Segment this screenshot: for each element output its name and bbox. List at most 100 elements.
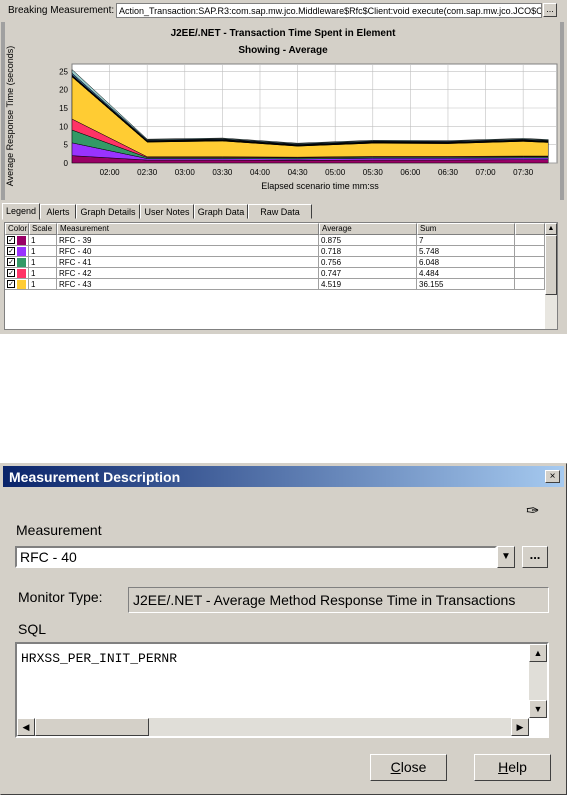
tab-user-notes[interactable]: User Notes xyxy=(140,204,194,219)
tab-graph-data[interactable]: Graph Data xyxy=(194,204,248,219)
tab-raw-data[interactable]: Raw Data xyxy=(248,204,312,219)
x-tick-label: 02:00 xyxy=(100,168,121,177)
x-tick-label: 06:00 xyxy=(400,168,421,177)
legend-extra xyxy=(515,257,545,268)
legend-average: 0.718 xyxy=(319,246,417,257)
monitor-type-label: Monitor Type: xyxy=(18,589,103,605)
sql-horizontal-scrollbar[interactable]: ◀ ▶ xyxy=(17,718,529,736)
checkbox[interactable]: ✓ xyxy=(7,258,15,266)
chart-area: J2EE/.NET - Transaction Time Spent in El… xyxy=(0,22,567,200)
dialog-title: Measurement Description xyxy=(9,469,181,485)
legend-extra xyxy=(515,235,545,246)
legend-color-cell: ✓ xyxy=(5,246,29,257)
scroll-up-icon[interactable]: ▲ xyxy=(529,644,547,662)
legend-row[interactable]: ✓ 1 RFC - 43 4.519 36.155 xyxy=(5,279,545,290)
legend-color-cell: ✓ xyxy=(5,235,29,246)
x-axis-label: Elapsed scenario time mm:ss xyxy=(261,181,379,191)
legend-scale: 1 xyxy=(29,235,57,246)
scroll-down-icon[interactable]: ▼ xyxy=(529,700,547,718)
measurement-label: Measurement xyxy=(16,522,102,538)
legend-scroll-thumb[interactable] xyxy=(545,235,557,295)
sql-textarea[interactable]: HRXSS_PER_INIT_PERNR ▲ ▼ ◀ ▶ xyxy=(15,642,549,738)
legend-measurement: RFC - 41 xyxy=(57,257,319,268)
analysis-panel: Breaking Measurement: Action_Transaction… xyxy=(0,0,567,334)
measurement-browse-button[interactable]: ... xyxy=(522,546,548,568)
checkbox[interactable]: ✓ xyxy=(7,269,15,277)
legend-header: Color Scale Measurement Average Sum xyxy=(5,223,545,235)
col-sum[interactable]: Sum xyxy=(417,223,515,235)
pin-icon[interactable]: ✑ xyxy=(526,501,539,521)
legend-scale: 1 xyxy=(29,268,57,279)
legend-average: 0.875 xyxy=(319,235,417,246)
dialog-titlebar[interactable]: Measurement Description × xyxy=(3,466,564,487)
y-tick-label: 15 xyxy=(59,104,68,113)
legend-sum: 4.484 xyxy=(417,268,515,279)
y-tick-label: 5 xyxy=(64,141,69,150)
chart-title: J2EE/.NET - Transaction Time Spent in El… xyxy=(171,28,397,39)
monitor-type-field: J2EE/.NET - Average Method Response Time… xyxy=(128,587,549,613)
x-tick-label: 05:30 xyxy=(363,168,384,177)
legend-sum: 7 xyxy=(417,235,515,246)
y-tick-label: 10 xyxy=(59,122,68,131)
x-tick-label: 03:30 xyxy=(212,168,233,177)
legend-average: 0.747 xyxy=(319,268,417,279)
legend-average: 4.519 xyxy=(319,279,417,290)
legend-row[interactable]: ✓ 1 RFC - 40 0.718 5.748 xyxy=(5,246,545,257)
tab-graph-details[interactable]: Graph Details xyxy=(76,204,140,219)
breaking-measurement-field[interactable]: Action_Transaction:SAP.R3:com.sap.mw.jco… xyxy=(116,3,542,18)
x-tick-label: 07:30 xyxy=(513,168,534,177)
breaking-browse-button[interactable]: ... xyxy=(543,3,557,17)
col-color[interactable]: Color xyxy=(5,223,29,235)
sql-vertical-scrollbar[interactable]: ▲ ▼ xyxy=(529,644,547,718)
checkbox[interactable]: ✓ xyxy=(7,280,15,288)
color-swatch[interactable] xyxy=(17,280,26,289)
legend-row[interactable]: ✓ 1 RFC - 42 0.747 4.484 xyxy=(5,268,545,279)
legend-scale: 1 xyxy=(29,279,57,290)
legend-measurement: RFC - 39 xyxy=(57,235,319,246)
legend-extra xyxy=(515,279,545,290)
legend-color-cell: ✓ xyxy=(5,257,29,268)
close-icon[interactable]: × xyxy=(545,470,560,483)
x-tick-label: 05:00 xyxy=(325,168,346,177)
legend-row[interactable]: ✓ 1 RFC - 41 0.756 6.048 xyxy=(5,257,545,268)
y-tick-label: 20 xyxy=(59,86,68,95)
close-button-mnemonic: C xyxy=(390,759,401,775)
legend-measurement: RFC - 40 xyxy=(57,246,319,257)
sql-scroll-thumb[interactable] xyxy=(35,718,149,736)
close-button[interactable]: Close xyxy=(370,754,447,781)
legend-measurement: RFC - 42 xyxy=(57,268,319,279)
x-tick-label: 02:30 xyxy=(137,168,158,177)
checkbox[interactable]: ✓ xyxy=(7,247,15,255)
help-button-label: elp xyxy=(508,759,527,775)
x-tick-label: 07:00 xyxy=(476,168,497,177)
color-swatch[interactable] xyxy=(17,269,26,278)
scroll-right-icon[interactable]: ▶ xyxy=(511,718,529,736)
tab-alerts[interactable]: Alerts xyxy=(40,204,76,219)
legend-scrollbar[interactable]: ▲ xyxy=(545,223,557,329)
breaking-measurement-row: Breaking Measurement: Action_Transaction… xyxy=(0,0,567,22)
col-measurement[interactable]: Measurement xyxy=(57,223,319,235)
x-tick-label: 04:00 xyxy=(250,168,271,177)
help-button-mnemonic: H xyxy=(498,759,509,775)
legend-color-cell: ✓ xyxy=(5,279,29,290)
col-average[interactable]: Average xyxy=(319,223,417,235)
breaking-measurement-label: Breaking Measurement: xyxy=(8,5,115,16)
checkbox[interactable]: ✓ xyxy=(7,236,15,244)
color-swatch[interactable] xyxy=(17,258,26,267)
x-tick-label: 06:30 xyxy=(438,168,459,177)
legend-measurement: RFC - 43 xyxy=(57,279,319,290)
legend-table: Color Scale Measurement Average Sum ✓ 1 RF… xyxy=(4,222,558,330)
color-swatch[interactable] xyxy=(17,247,26,256)
chart: J2EE/.NET - Transaction Time Spent in El… xyxy=(1,22,564,200)
col-scale[interactable]: Scale xyxy=(29,223,57,235)
legend-row[interactable]: ✓ 1 RFC - 39 0.875 7 xyxy=(5,235,545,246)
scroll-left-icon[interactable]: ◀ xyxy=(17,718,35,736)
tab-legend[interactable]: Legend xyxy=(2,203,40,220)
y-tick-label: 0 xyxy=(64,159,69,168)
help-button[interactable]: Help xyxy=(474,754,551,781)
legend-scroll-up[interactable]: ▲ xyxy=(545,223,557,235)
color-swatch[interactable] xyxy=(17,236,26,245)
chart-subtitle: Showing - Average xyxy=(238,45,328,56)
measurement-select[interactable]: RFC - 40 xyxy=(15,546,497,568)
chevron-down-icon[interactable]: ▼ xyxy=(497,546,515,568)
